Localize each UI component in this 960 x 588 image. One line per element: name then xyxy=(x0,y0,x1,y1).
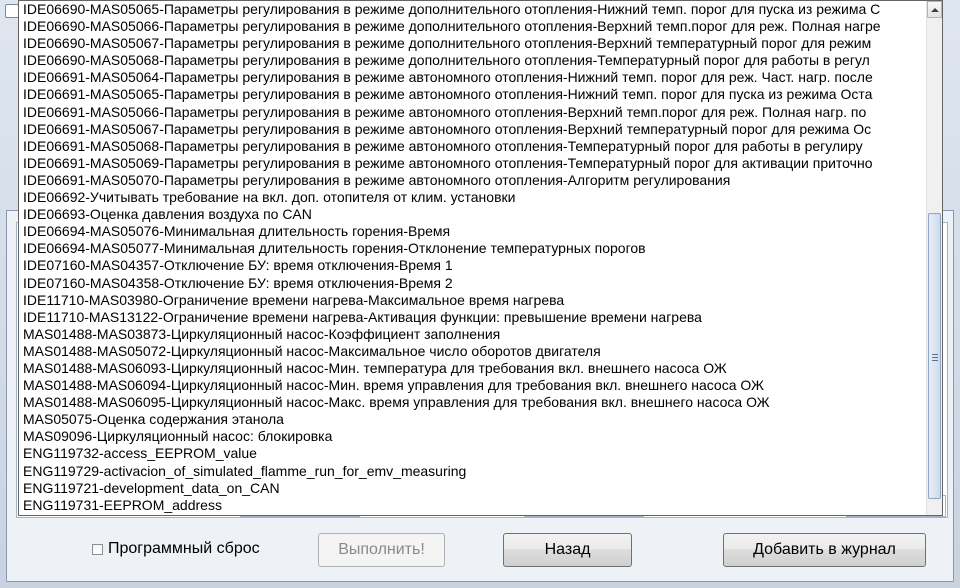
list-item[interactable]: IDE06690-MAS05066-Параметры регулировани… xyxy=(19,18,926,35)
list-item[interactable]: IDE06691-MAS05065-Параметры регулировани… xyxy=(19,86,926,103)
list-item[interactable]: IDE06690-MAS05065-Параметры регулировани… xyxy=(19,1,926,18)
checkbox-label: Программный сброс xyxy=(108,540,260,557)
software-reset-checkbox[interactable]: Программный сброс xyxy=(92,540,260,558)
list-item[interactable]: IDE06691-MAS05068-Параметры регулировани… xyxy=(19,138,926,155)
list-item[interactable]: IDE06691-MAS05064-Параметры регулировани… xyxy=(19,69,926,86)
grip-icon xyxy=(932,354,938,361)
parameter-dropdown-list[interactable]: IDE06690-MAS05065-Параметры регулировани… xyxy=(18,0,943,516)
list-item[interactable]: IDE07160-MAS04358-Отключение БУ: время о… xyxy=(19,275,926,292)
chevron-up-icon[interactable] xyxy=(927,1,942,18)
list-item[interactable]: IDE06691-MAS05069-Параметры регулировани… xyxy=(19,155,926,172)
list-item[interactable]: IDE06691-MAS05066-Параметры регулировани… xyxy=(19,104,926,121)
list-item[interactable]: IDE07160-MAS04357-Отключение БУ: время о… xyxy=(19,257,926,274)
list-item[interactable]: ENG119732-access_EEPROM_value xyxy=(19,445,926,462)
list-item[interactable]: MAS01488-MAS05072-Циркуляционный насос-М… xyxy=(19,343,926,360)
list-item[interactable]: IDE11710-MAS13122-Ограничение времени на… xyxy=(19,309,926,326)
list-item[interactable]: IDE06690-MAS05067-Параметры регулировани… xyxy=(19,35,926,52)
list-item[interactable]: IDE06690-MAS05068-Параметры регулировани… xyxy=(19,52,926,69)
scroll-thumb[interactable] xyxy=(928,213,941,499)
list-item[interactable]: IDE06692-Учитывать требование на вкл. до… xyxy=(19,189,926,206)
list-item[interactable]: MAS01488-MAS03873-Циркуляционный насос-К… xyxy=(19,326,926,343)
list-item[interactable]: IDE11710-MAS03980-Ограничение времени на… xyxy=(19,292,926,309)
list-item[interactable]: IDE06691-MAS05070-Параметры регулировани… xyxy=(19,172,926,189)
list-item[interactable]: IDE06694-MAS05077-Минимальная длительнос… xyxy=(19,240,926,257)
list-item[interactable]: MAS01488-MAS06095-Циркуляционный насос-М… xyxy=(19,394,926,411)
vertical-scrollbar[interactable] xyxy=(926,1,942,515)
list-item[interactable]: MAS05075-Оценка содержания этанола xyxy=(19,411,926,428)
list-item[interactable]: IDE06694-MAS05076-Минимальная длительнос… xyxy=(19,223,926,240)
list-item[interactable]: MAS09096-Циркуляционный насос: блокировк… xyxy=(19,428,926,445)
list-item[interactable]: ENG119721-development_data_on_CAN xyxy=(19,480,926,497)
list-item[interactable]: IDE06693-Оценка давления воздуха по CAN xyxy=(19,206,926,223)
window-icon xyxy=(5,4,19,18)
list-item[interactable]: ENG119729-activacion_of_simulated_flamme… xyxy=(19,463,926,480)
back-button[interactable]: Назад xyxy=(503,533,632,567)
list-item[interactable]: ENG119731-EEPROM_address xyxy=(19,497,926,514)
add-to-log-button[interactable]: Добавить в журнал xyxy=(723,533,926,567)
list-item[interactable]: IDE06691-MAS05067-Параметры регулировани… xyxy=(19,121,926,138)
checkbox-box[interactable] xyxy=(92,543,103,555)
list-items: IDE06690-MAS05065-Параметры регулировани… xyxy=(19,1,926,514)
list-item[interactable]: MAS01488-MAS06093-Циркуляционный насос-М… xyxy=(19,360,926,377)
list-item[interactable]: MAS01488-MAS06094-Циркуляционный насос-М… xyxy=(19,377,926,394)
execute-button[interactable]: Выполнить! xyxy=(318,533,445,567)
